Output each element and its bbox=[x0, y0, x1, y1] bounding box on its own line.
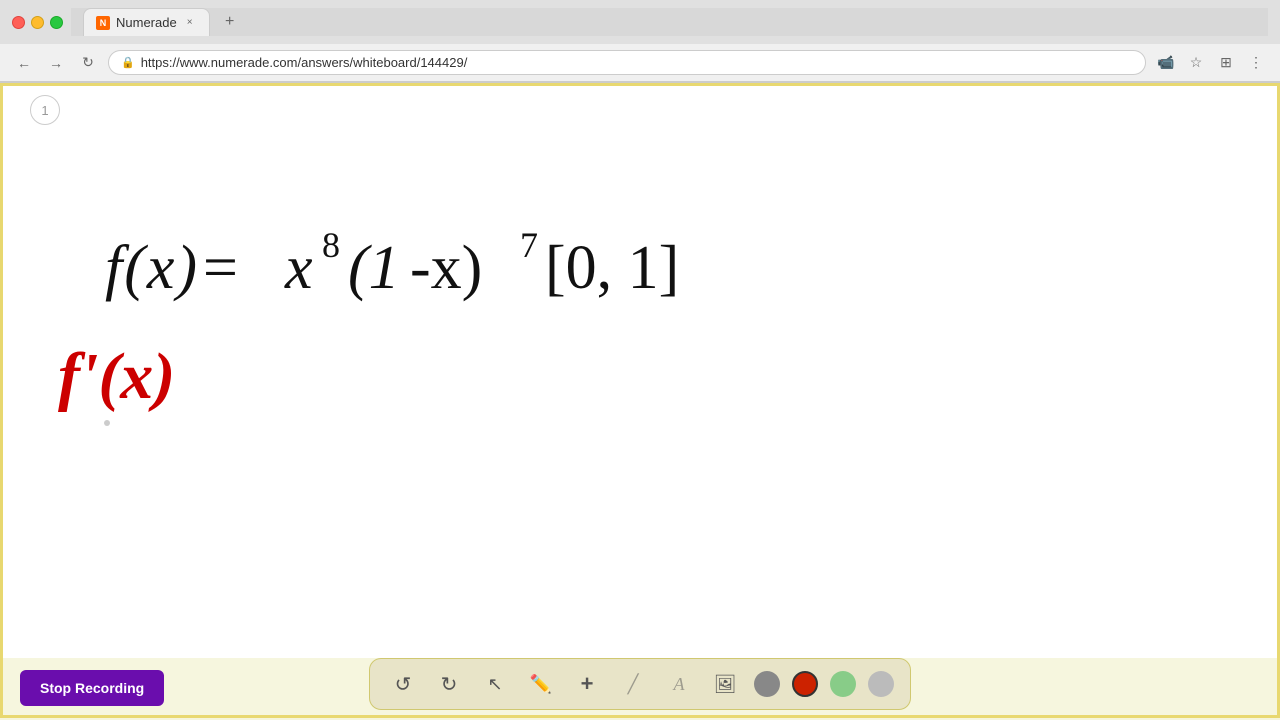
page-indicator: 1 bbox=[30, 95, 60, 125]
tab-title: Numerade bbox=[116, 15, 177, 30]
traffic-lights bbox=[12, 16, 63, 29]
menu-icon[interactable]: ⋮ bbox=[1244, 51, 1268, 75]
cast-icon[interactable]: 📹 bbox=[1154, 51, 1178, 75]
color-gray[interactable] bbox=[754, 671, 780, 697]
active-tab[interactable]: N Numerade × bbox=[83, 8, 210, 36]
whiteboard[interactable]: 1 f(x)= x 8 (1 -x) 7 [0, 1] f'(x) bbox=[0, 83, 1280, 718]
whiteboard-drawing: f(x)= x 8 (1 -x) 7 [0, 1] f'(x) bbox=[0, 83, 1280, 718]
svg-text:7: 7 bbox=[520, 225, 538, 265]
svg-text:-x): -x) bbox=[410, 234, 482, 302]
svg-text:(1: (1 bbox=[348, 234, 400, 302]
content-area: 1 f(x)= x 8 (1 -x) 7 [0, 1] f'(x) Stop R… bbox=[0, 83, 1280, 718]
title-bar: N Numerade × + bbox=[0, 0, 1280, 44]
url-text: https://www.numerade.com/answers/whitebo… bbox=[141, 55, 468, 70]
maximize-button[interactable] bbox=[50, 16, 63, 29]
address-bar: ← → ↻ 🔒 https://www.numerade.com/answers… bbox=[0, 44, 1280, 82]
refresh-button[interactable]: ↻ bbox=[76, 51, 100, 75]
close-button[interactable] bbox=[12, 16, 25, 29]
url-bar[interactable]: 🔒 https://www.numerade.com/answers/white… bbox=[108, 50, 1146, 75]
forward-button[interactable]: → bbox=[44, 51, 68, 75]
new-tab-button[interactable]: + bbox=[218, 10, 242, 34]
redo-button[interactable]: ↻ bbox=[432, 667, 466, 701]
svg-text:f(x)=: f(x)= bbox=[105, 234, 243, 302]
tab-favicon: N bbox=[96, 16, 110, 30]
add-button[interactable]: + bbox=[570, 667, 604, 701]
color-light-gray[interactable] bbox=[868, 671, 894, 697]
eraser-button[interactable]: ╱ bbox=[616, 667, 650, 701]
svg-text:x: x bbox=[284, 234, 313, 302]
extension-icon[interactable]: ⊞ bbox=[1214, 51, 1238, 75]
tab-bar: N Numerade × + bbox=[71, 8, 1268, 36]
minimize-button[interactable] bbox=[31, 16, 44, 29]
color-light-green[interactable] bbox=[830, 671, 856, 697]
svg-text:f'(x): f'(x) bbox=[58, 340, 175, 413]
undo-button[interactable]: ↺ bbox=[386, 667, 420, 701]
select-tool-button[interactable]: ↖ bbox=[478, 667, 512, 701]
pen-tool-button[interactable]: ✏️ bbox=[524, 667, 558, 701]
text-tool-button[interactable]: A bbox=[662, 667, 696, 701]
bookmark-icon[interactable]: ☆ bbox=[1184, 51, 1208, 75]
color-red[interactable] bbox=[792, 671, 818, 697]
stop-recording-button[interactable]: Stop Recording bbox=[20, 670, 164, 706]
browser-actions: 📹 ☆ ⊞ ⋮ bbox=[1154, 51, 1268, 75]
image-tool-button[interactable]: 🖼 bbox=[708, 667, 742, 701]
svg-text:[0, 1]: [0, 1] bbox=[545, 234, 679, 302]
lock-icon: 🔒 bbox=[121, 56, 135, 69]
svg-text:8: 8 bbox=[322, 225, 340, 265]
bottom-toolbar: Stop Recording ↺ ↻ ↖ ✏️ + ╱ A 🖼 bbox=[0, 658, 1280, 718]
tool-palette: ↺ ↻ ↖ ✏️ + ╱ A 🖼 bbox=[369, 658, 911, 710]
tab-close-button[interactable]: × bbox=[183, 16, 197, 30]
back-button[interactable]: ← bbox=[12, 51, 36, 75]
page-number: 1 bbox=[41, 103, 48, 118]
browser-chrome: N Numerade × + ← → ↻ 🔒 https://www.numer… bbox=[0, 0, 1280, 83]
